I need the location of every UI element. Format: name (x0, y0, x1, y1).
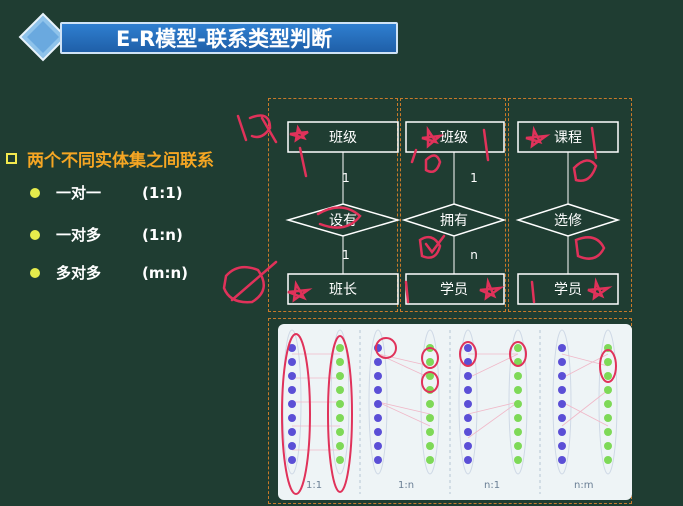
entity-label: 班级 (440, 130, 468, 146)
cardinality-label: 1 (342, 248, 350, 262)
entity-label: 课程 (554, 130, 582, 146)
entity-dot (464, 414, 472, 422)
entity-dot (336, 344, 344, 352)
entity-dot (558, 428, 566, 436)
entity-dot (374, 414, 382, 422)
cardinality-label: n (470, 248, 478, 262)
entity-dot (514, 414, 522, 422)
entity-dot (336, 400, 344, 408)
entity-dot (288, 400, 296, 408)
cardinality-label: 1 (470, 171, 478, 185)
entity-dot (374, 358, 382, 366)
entity-dot (288, 456, 296, 464)
entity-dot (558, 414, 566, 422)
entity-dot (558, 372, 566, 380)
entity-dot (374, 400, 382, 408)
relationship-label: 拥有 (440, 213, 468, 229)
entity-dot (426, 456, 434, 464)
entity-dot (336, 358, 344, 366)
entity-dot (288, 358, 296, 366)
entity-dot (514, 456, 522, 464)
er-diagram-2: 班级 1 拥有 n 学员 (401, 121, 507, 305)
entity-dot (514, 400, 522, 408)
entity-dot (604, 400, 612, 408)
entity-dot (558, 456, 566, 464)
entity-dot (558, 386, 566, 394)
entity-dot (288, 386, 296, 394)
entity-dot (426, 414, 434, 422)
entity-dot (558, 344, 566, 352)
entity-dot (464, 428, 472, 436)
entity-dot (374, 428, 382, 436)
entity-label: 班长 (329, 282, 357, 298)
mapping-label: 1:1 (306, 480, 322, 491)
mapping-svg: 1:1 1:n n:1 n:m (281, 329, 618, 495)
entity-dot (514, 372, 522, 380)
er-diagram-3: 课程 选修 学员 (515, 121, 621, 305)
entity-dot (288, 414, 296, 422)
entity-dot (464, 442, 472, 450)
entity-dot (374, 456, 382, 464)
entity-dot (604, 428, 612, 436)
entity-dot (514, 386, 522, 394)
mapping-label: n:1 (484, 480, 500, 491)
mapping-label: n:m (574, 480, 593, 491)
entity-dot (288, 442, 296, 450)
entity-dot (604, 442, 612, 450)
entity-label: 学员 (554, 282, 582, 298)
entity-dot (464, 456, 472, 464)
mapping-diagram: 1:1 1:n n:1 n:m (278, 324, 632, 500)
entity-dot (374, 386, 382, 394)
entity-dot (426, 400, 434, 408)
entity-dot (514, 344, 522, 352)
entity-dot (558, 358, 566, 366)
entity-dot (374, 442, 382, 450)
er-diagram-1: 班级 1 设有 1 班长 (285, 121, 401, 305)
entity-dot (336, 442, 344, 450)
entity-dot (336, 372, 344, 380)
entity-dot (336, 456, 344, 464)
entity-dot (464, 386, 472, 394)
entity-dot (604, 414, 612, 422)
entity-label: 学员 (440, 282, 468, 298)
relationship-label: 选修 (554, 213, 582, 229)
entity-dot (604, 386, 612, 394)
entity-dot (288, 372, 296, 380)
entity-dot (288, 428, 296, 436)
entity-dot (604, 358, 612, 366)
entity-dot (514, 428, 522, 436)
mapping-label: 1:n (398, 480, 414, 491)
entity-dot (426, 442, 434, 450)
entity-dot (604, 372, 612, 380)
entity-dot (604, 456, 612, 464)
entity-dot (426, 358, 434, 366)
entity-label: 班级 (329, 130, 357, 146)
mapping-annotations (281, 333, 617, 495)
entity-dot (464, 372, 472, 380)
entity-dot (464, 344, 472, 352)
entity-dot (336, 386, 344, 394)
entity-dot (558, 400, 566, 408)
entity-dot (336, 428, 344, 436)
entity-dot (374, 372, 382, 380)
entity-dot (464, 400, 472, 408)
cardinality-label: 1 (342, 171, 350, 185)
entity-dot (336, 414, 344, 422)
entity-dot (426, 428, 434, 436)
entity-dot (558, 442, 566, 450)
entity-dot (514, 442, 522, 450)
